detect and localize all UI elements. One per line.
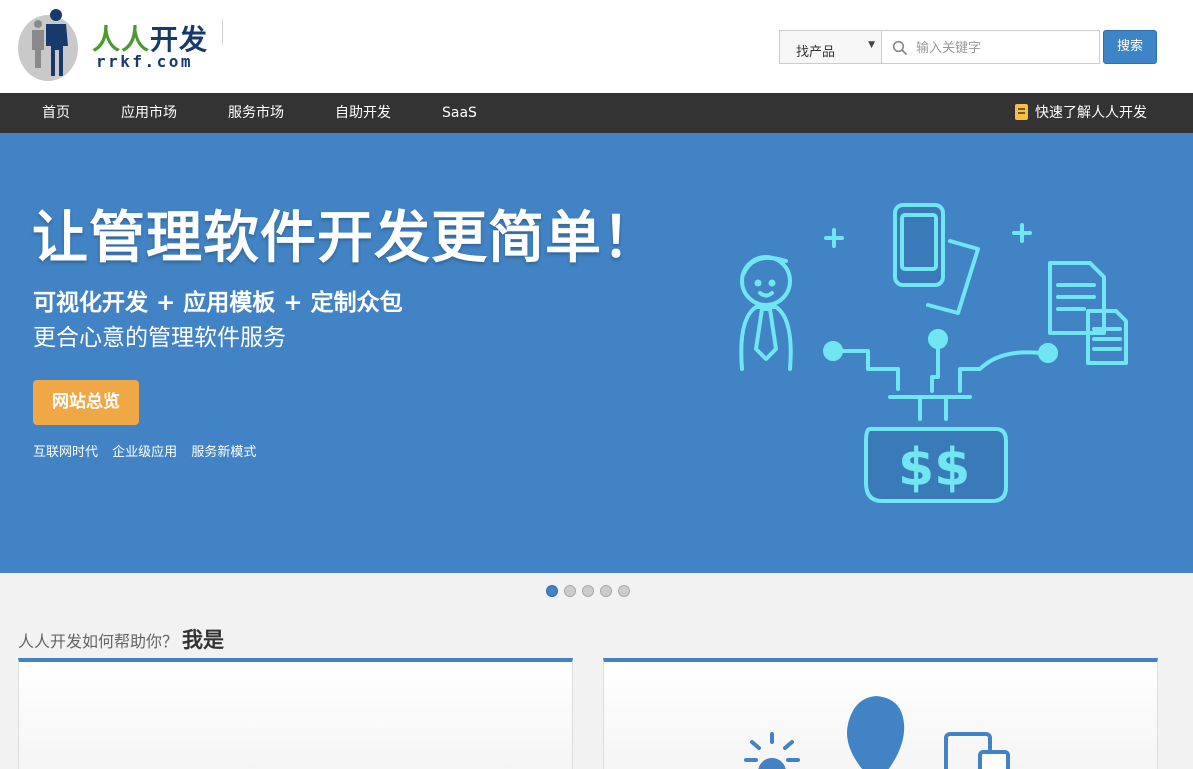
role-card-left[interactable] [18,658,573,769]
cable-connector-icon [823,329,1058,393]
logo-divider [222,20,223,44]
carousel-dot[interactable] [600,585,612,597]
svg-text:$$: $$ [898,438,970,498]
nav-item-home[interactable]: 首页 [42,93,70,133]
hero-subtitle-service: 更合心意的管理软件服务 [33,325,286,351]
site-overview-button[interactable]: 网站总览 [33,380,139,425]
businessman-icon [739,255,793,371]
hero-banner: 让管理软件开发更简单！ 可视化开发 + 应用模板 + 定制众包 更合心意的管理软… [0,133,1193,573]
site-logo[interactable]: 人人开发 rrkf.com [18,8,218,84]
logo-domain: rrkf.com [96,52,194,71]
nav-quick-intro-label: 快速了解人人开发 [1035,105,1147,121]
chevron-down-icon: ▼ [868,40,875,50]
plus-icon [824,228,844,248]
search-field [881,30,1100,64]
hero-tag: 互联网时代 [33,445,99,460]
hero-tags: 互联网时代 企业级应用 服务新模式 [33,441,266,460]
idea-bulb-icon [847,696,905,769]
section-title-lead: 人人开发如何帮助你？ [18,632,179,651]
logo-figure-icon [18,9,78,81]
site-header: 人人开发 rrkf.com 找产品 ▼ 搜索 [0,0,1193,93]
hero-tag: 企业级应用 [112,445,178,460]
hero-subtitle-features: 可视化开发 + 应用模板 + 定制众包 [33,290,403,316]
search-category-value: 找产品 [796,45,836,60]
hero-title: 让管理软件开发更简单！ [32,206,659,271]
contact-book-icon [1015,104,1028,120]
section-title-strong: 我是 [182,628,225,652]
lightbulb-icon [744,732,800,769]
carousel-dot[interactable] [564,585,576,597]
hero-tag: 服务新模式 [191,445,257,460]
search-button[interactable]: 搜索 [1103,30,1157,64]
carousel-dot[interactable] [546,585,558,597]
main-nav: 首页 应用市场 服务市场 自助开发 SaaS 快速了解人人开发 [0,93,1193,133]
plus-icon [1012,223,1032,243]
devices-icon [944,732,1010,769]
money-box-icon: $$ [864,395,1008,503]
role-card-right[interactable] [603,658,1158,769]
carousel-dot[interactable] [618,585,630,597]
role-illustration [744,696,1010,769]
nav-item-saas[interactable]: SaaS [442,93,477,133]
hero-illustration: $$ [739,203,1128,503]
section-title: 人人开发如何帮助你？ 我是 [18,624,224,654]
search-category-select[interactable]: 找产品 ▼ [779,30,882,64]
carousel-dot[interactable] [582,585,594,597]
mobile-phone-icon [893,203,980,315]
nav-item-self-develop[interactable]: 自助开发 [335,93,391,133]
nav-item-service-market[interactable]: 服务市场 [228,93,284,133]
search-icon [892,40,908,56]
document-icon [1048,261,1128,365]
search-input[interactable] [916,37,1092,59]
nav-item-app-market[interactable]: 应用市场 [121,93,177,133]
nav-quick-intro-link[interactable]: 快速了解人人开发 [1015,93,1147,133]
